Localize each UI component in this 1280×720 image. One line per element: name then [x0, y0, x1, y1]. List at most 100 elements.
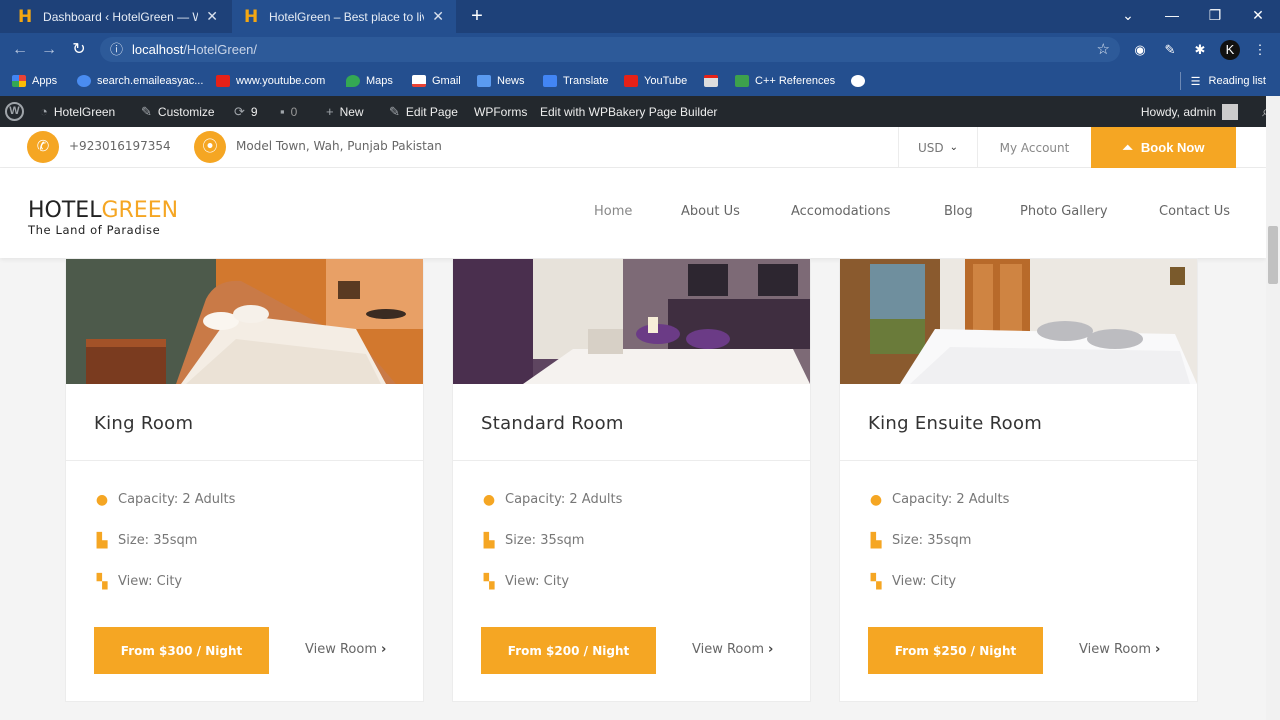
divider — [1179, 72, 1181, 90]
tab-search-chevron-icon[interactable]: ⌄ — [1108, 0, 1148, 30]
view-room-link[interactable]: View Room › — [692, 642, 773, 657]
camera-extension-icon[interactable]: ◉ — [1130, 40, 1150, 60]
minimize-button[interactable]: — — [1152, 0, 1192, 30]
bookmark-gmail[interactable]: Gmail — [412, 66, 461, 96]
bookmark-label: Maps — [366, 75, 393, 87]
phone-number[interactable]: +923016197354 — [69, 139, 171, 153]
bookmark-youtube[interactable]: YouTube — [624, 66, 687, 96]
bookmark-folder[interactable] — [704, 66, 724, 96]
price-button[interactable]: From $250 / Night — [868, 627, 1043, 674]
room-photo[interactable] — [453, 259, 810, 384]
wp-site-label: HotelGreen — [53, 104, 116, 119]
forward-arrow-icon[interactable]: → — [38, 39, 60, 61]
wp-new-label: New — [339, 104, 364, 119]
menu-dots-icon[interactable]: ⋮ — [1250, 40, 1270, 60]
tab-hotelgreen[interactable]: H HotelGreen – Best place to live ✕ — [232, 0, 456, 33]
restore-button[interactable]: ❐ — [1195, 0, 1235, 30]
room-view: ▚ View: City — [481, 574, 570, 589]
bookmark-translate[interactable]: Translate — [543, 66, 608, 96]
wordpress-logo-icon[interactable]: W — [5, 102, 24, 121]
currency-select[interactable]: USD ⌄ — [898, 127, 978, 168]
bookmark-youtube-com[interactable]: www.youtube.com — [216, 66, 325, 96]
bookmark-star-icon[interactable]: ☆ — [1097, 37, 1110, 62]
my-account-link[interactable]: My Account — [979, 127, 1090, 168]
price-button[interactable]: From $200 / Night — [481, 627, 656, 674]
wp-admin-bar: W ◔ HotelGreen ✎ Customize ⟳ 9 ▪ 0 + New ✎ Edi… — [0, 96, 1280, 127]
bell-icon: ⏶ — [1122, 139, 1133, 155]
book-now-button[interactable]: ⏶ Book Now — [1091, 127, 1236, 168]
wp-wpforms[interactable]: WPForms — [474, 96, 527, 127]
room-card-king: King Room ● Capacity: 2 Adults ▙ Size: 35s… — [65, 258, 424, 702]
bookmark-search[interactable]: search.emaileasyac... — [77, 66, 203, 96]
room-title[interactable]: Standard Room — [481, 413, 624, 434]
bookmark-label: YouTube — [644, 75, 688, 87]
bookmark-maps[interactable]: Maps — [346, 66, 393, 96]
bookmark-globe[interactable] — [851, 66, 871, 96]
nav-photo-gallery[interactable]: Photo Gallery — [1020, 204, 1108, 219]
site-logo[interactable]: HOTELGREEN The Land of Paradise — [28, 199, 178, 238]
room-photo[interactable] — [840, 259, 1197, 384]
room-capacity: ● Capacity: 2 Adults — [94, 492, 236, 507]
wp-comments[interactable]: ▪ 0 — [280, 96, 297, 127]
room-title[interactable]: King Room — [94, 413, 193, 434]
wp-updates[interactable]: ⟳ 9 — [234, 96, 258, 127]
nav-about-us[interactable]: About Us — [681, 204, 740, 219]
wp-site-name[interactable]: ◔ HotelGreen — [40, 96, 115, 127]
wp-wpbakery[interactable]: Edit with WPBakery Page Builder — [540, 96, 717, 127]
reading-list[interactable]: ☰ Reading list — [1179, 66, 1266, 96]
nav-accomodations[interactable]: Accomodations — [791, 204, 890, 219]
bookmark-apps[interactable]: Apps — [12, 66, 57, 96]
brush-icon: ✎ — [141, 103, 152, 119]
scrollbar-thumb[interactable] — [1268, 226, 1278, 284]
chevron-right-icon: › — [381, 642, 387, 657]
translate-icon — [543, 75, 557, 87]
nav-contact-us[interactable]: Contact Us — [1159, 204, 1230, 219]
updates-count: 9 — [250, 104, 258, 119]
wp-customize[interactable]: ✎ Customize — [141, 96, 215, 127]
globe-icon — [77, 75, 91, 87]
plus-icon: + — [326, 104, 334, 119]
wp-account-menu[interactable]: Howdy, admin — [1141, 96, 1238, 127]
view-room-link[interactable]: View Room › — [1079, 642, 1160, 657]
new-tab-button[interactable]: + — [466, 5, 488, 27]
reload-icon[interactable]: ↻ — [68, 39, 90, 61]
page-scrollbar[interactable] — [1266, 96, 1280, 720]
wp-edit-page[interactable]: ✎ Edit Page — [389, 96, 458, 127]
capacity-text: Capacity: 2 Adults — [118, 492, 236, 507]
bookmarks-bar: Apps search.emaileasyac... www.youtube.c… — [0, 66, 1280, 96]
pencil-icon: ✎ — [389, 103, 400, 119]
wp-customize-label: Customize — [157, 104, 215, 119]
puzzle-extensions-icon[interactable]: ✱ — [1190, 40, 1210, 60]
close-icon[interactable]: ✕ — [206, 8, 218, 25]
close-icon[interactable]: ✕ — [432, 8, 444, 25]
nav-blog[interactable]: Blog — [944, 204, 973, 219]
view-room-label: View Room — [692, 642, 765, 657]
wp-new[interactable]: + New — [326, 96, 364, 127]
back-arrow-icon[interactable]: ← — [9, 39, 31, 61]
bookmark-label: search.emaileasyac... — [97, 75, 204, 87]
pen-extension-icon[interactable]: ✎ — [1160, 40, 1180, 60]
url-bar[interactable]: ⓘ localhost/HotelGreen/ ☆ — [100, 37, 1120, 62]
room-card-king-ensuite: King Ensuite Room ● Capacity: 2 Adults ▙ S… — [839, 258, 1198, 702]
view-room-link[interactable]: View Room › — [305, 642, 386, 657]
view-text: View: City — [505, 574, 570, 589]
window-close-button[interactable]: ✕ — [1238, 0, 1278, 30]
price-button[interactable]: From $300 / Night — [94, 627, 269, 674]
room-title[interactable]: King Ensuite Room — [868, 413, 1042, 434]
profile-avatar[interactable]: K — [1220, 40, 1240, 60]
gmail-icon — [412, 75, 426, 87]
nav-home[interactable]: Home — [594, 204, 632, 219]
size-ruler-icon: ▙ — [483, 532, 495, 549]
globe-icon — [851, 75, 865, 87]
bookmark-news[interactable]: News — [477, 66, 525, 96]
bookmark-cpp-references[interactable]: C++ References — [735, 66, 835, 96]
youtube-icon — [624, 75, 638, 87]
room-photo[interactable] — [66, 259, 423, 384]
tab-title: HotelGreen – Best place to live — [269, 9, 425, 24]
view-text: View: City — [118, 574, 183, 589]
site-info-icon[interactable]: ⓘ — [110, 37, 123, 62]
news-icon — [477, 75, 491, 87]
size-text: Size: 35sqm — [892, 533, 972, 548]
tab-dashboard[interactable]: H Dashboard ‹ HotelGreen — Word ✕ — [6, 0, 230, 33]
dashboard-gauge-icon: ◔ — [40, 104, 48, 119]
